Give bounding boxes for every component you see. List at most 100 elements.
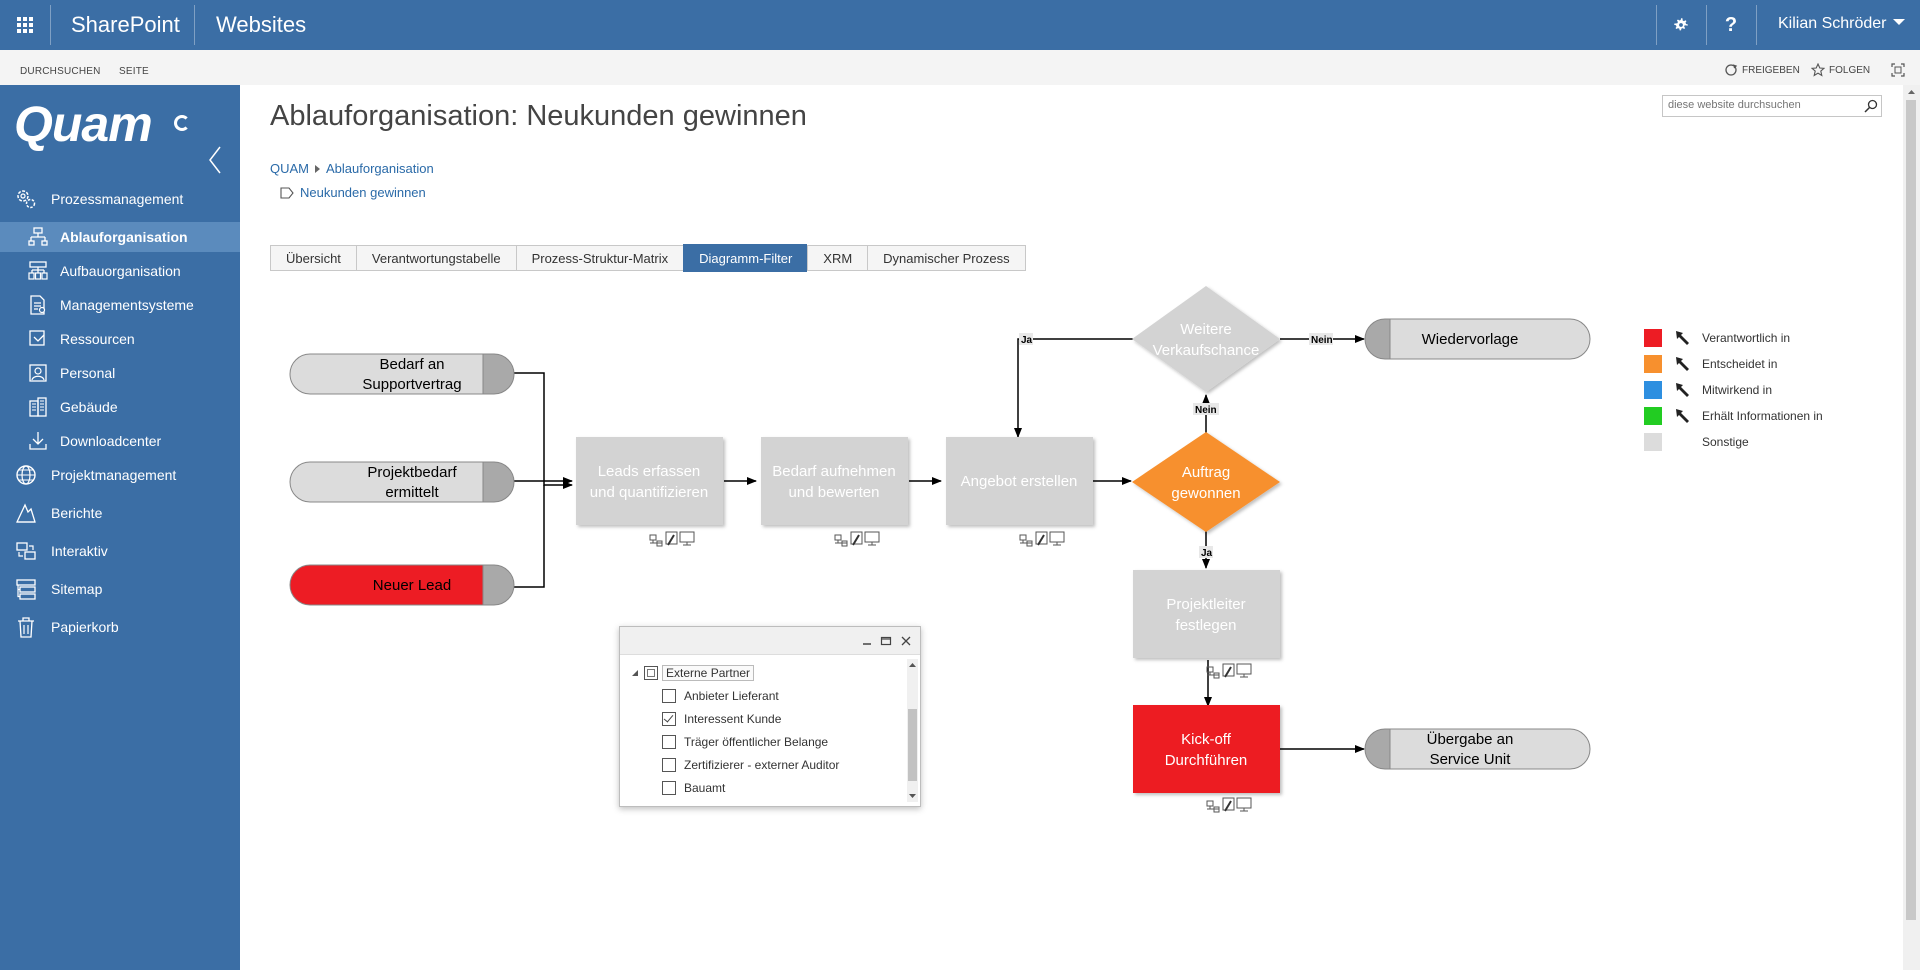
minimize-icon[interactable] — [860, 634, 874, 648]
sidebar-item-ablauforganisation[interactable]: Ablauforganisation — [0, 222, 240, 252]
fullscreen-icon — [1891, 63, 1905, 77]
role-icons[interactable] — [649, 531, 695, 547]
sidebar-item-interaktiv[interactable]: Interaktiv — [0, 535, 240, 567]
filter-scrollbar[interactable] — [907, 659, 918, 802]
chevron-down-icon[interactable] — [1893, 19, 1905, 25]
tab-diagramm-filter[interactable]: Diagramm-Filter — [683, 244, 808, 272]
scroll-up-icon[interactable] — [1907, 88, 1916, 96]
end-event-wiedervorlage[interactable]: Wiedervorlage — [1364, 318, 1591, 360]
ribbon-tab-browse[interactable]: DURCHSUCHEN — [20, 66, 101, 77]
process-step-angebot-erstellen[interactable]: Angebot erstellen — [946, 437, 1093, 547]
start-event-bedarf-supportvertrag[interactable]: Bedarf an Supportvertrag — [289, 353, 515, 395]
quam-logo[interactable]: Quam — [14, 95, 153, 153]
follow-button[interactable]: FOLGEN — [1811, 63, 1870, 77]
decision-weitere-verkaufschance[interactable]: Weitere Verkaufschance — [1132, 286, 1280, 392]
tab-uebersicht[interactable]: Übersicht — [270, 245, 356, 271]
process-step-projektleiter-festlegen[interactable]: Projektleiter festlegen — [1133, 570, 1280, 679]
start-event-projektbedarf[interactable]: Projektbedarf ermittelt — [289, 461, 515, 503]
node-label: Übergabe an — [1427, 730, 1514, 748]
node-label: Weitere — [1180, 321, 1231, 338]
end-event-uebergabe-service-unit[interactable]: Übergabe an Service Unit — [1364, 728, 1591, 770]
node-label: Durchführen — [1165, 752, 1248, 769]
filter-item-traeger-oeffentlicher-belange[interactable]: Träger öffentlicher Belange — [630, 730, 839, 753]
filter-checkbox[interactable] — [662, 734, 676, 749]
collapse-triangle-icon[interactable] — [630, 668, 640, 678]
legend-label: Mitwirkend in — [1702, 383, 1773, 397]
sidebar-item-papierkorb[interactable]: Papierkorb — [0, 611, 240, 643]
filter-item-interessent-kunde[interactable]: Interessent Kunde — [630, 707, 839, 730]
close-icon[interactable] — [899, 634, 913, 648]
page-scrollbar[interactable] — [1903, 85, 1920, 970]
sidebar-item-managementsysteme[interactable]: Managementsysteme — [0, 289, 240, 321]
filter-checkbox[interactable] — [662, 688, 676, 703]
node-label: Verkaufschance — [1153, 342, 1260, 359]
role-icons[interactable] — [1019, 531, 1065, 547]
sidebar-item-berichte[interactable]: Berichte — [0, 497, 240, 529]
sidebar-item-sitemap[interactable]: Sitemap — [0, 573, 240, 605]
scroll-down-icon[interactable] — [908, 792, 917, 800]
settings-button[interactable] — [1656, 0, 1706, 50]
sidebar-item-label: Interaktiv — [51, 543, 108, 559]
sharepoint-brand-link[interactable]: SharePoint — [71, 12, 180, 38]
sidebar-item-ressourcen[interactable]: Ressourcen — [0, 323, 240, 355]
diagram-legend: Verantwortlich in Entscheidet in Mitwirk… — [1644, 325, 1823, 455]
user-menu[interactable]: Kilian Schröder — [1778, 15, 1887, 33]
sites-link[interactable]: Websites — [216, 12, 306, 38]
sidebar-item-aufbauorganisation[interactable]: Aufbauorganisation — [0, 255, 240, 287]
filter-checkbox[interactable] — [662, 711, 676, 726]
label-ja: Ja — [1201, 548, 1213, 559]
search-icon[interactable] — [1863, 98, 1879, 114]
filter-item-label: Interessent Kunde — [684, 711, 782, 726]
legend-item-mitwirkend[interactable]: Mitwirkend in — [1644, 377, 1823, 403]
process-step-kick-off[interactable]: Kick-off Durchführen — [1133, 705, 1280, 813]
role-icons[interactable] — [834, 531, 880, 547]
sidebar-item-gebaeude[interactable]: Gebäude — [0, 391, 240, 423]
node-label: und bewerten — [789, 484, 880, 501]
group-label[interactable]: Externe Partner — [662, 664, 755, 681]
filter-scrollbar-thumb[interactable] — [908, 709, 917, 781]
page-scrollbar-thumb[interactable] — [1906, 100, 1916, 920]
legend-item-verantwortlich[interactable]: Verantwortlich in — [1644, 325, 1823, 351]
node-label: Bedarf aufnehmen — [772, 463, 895, 480]
sidebar-item-prozessmanagement[interactable]: Prozessmanagement — [0, 183, 240, 215]
decision-auftrag-gewonnen[interactable]: Auftrag gewonnen — [1132, 432, 1280, 532]
tab-prozess-struktur-matrix[interactable]: Prozess-Struktur-Matrix — [515, 245, 684, 271]
focus-mode-button[interactable] — [1891, 63, 1905, 77]
tab-verantwortungstabelle[interactable]: Verantwortungstabelle — [355, 245, 516, 271]
sidebar-item-downloadcenter[interactable]: Downloadcenter — [0, 425, 240, 457]
filter-checkbox[interactable] — [662, 780, 676, 795]
sidebar-item-personal[interactable]: Personal — [0, 357, 240, 389]
filter-checkbox[interactable] — [662, 757, 676, 772]
group-checkbox[interactable] — [644, 665, 658, 680]
breadcrumb-link-ablauforganisation[interactable]: Ablauforganisation — [326, 161, 434, 176]
filter-item-bauamt[interactable]: Bauamt — [630, 776, 839, 799]
breadcrumb-link-quam[interactable]: QUAM — [270, 161, 309, 176]
filter-item-anbieter-lieferant[interactable]: Anbieter Lieferant — [630, 684, 839, 707]
help-button[interactable]: ? — [1706, 0, 1756, 50]
ribbon-tab-page[interactable]: SEITE — [119, 66, 149, 77]
sub-breadcrumb-link[interactable]: Neukunden gewinnen — [300, 185, 426, 200]
process-step-leads-erfassen[interactable]: Leads erfassen und quantifizieren — [576, 437, 723, 547]
filter-item-label: Bauamt — [684, 780, 726, 795]
tab-xrm[interactable]: XRM — [807, 245, 868, 271]
maximize-icon[interactable] — [879, 634, 893, 648]
node-label: Bedarf an — [379, 356, 444, 373]
filter-window-titlebar[interactable] — [620, 627, 920, 655]
start-event-neuer-lead[interactable]: Neuer Lead — [289, 564, 515, 606]
role-icons[interactable] — [1206, 797, 1252, 813]
legend-item-entscheidet[interactable]: Entscheidet in — [1644, 351, 1823, 377]
tab-dynamischer-prozess[interactable]: Dynamischer Prozess — [867, 245, 1026, 271]
node-label: Projektbedarf — [367, 464, 457, 481]
collapse-sidebar-button[interactable] — [206, 145, 226, 175]
legend-item-sonstige[interactable]: Sonstige — [1644, 429, 1823, 455]
filter-item-zertifizierer[interactable]: Zertifizierer - externer Auditor — [630, 753, 839, 776]
app-launcher-button[interactable] — [0, 0, 50, 50]
search-input[interactable] — [1668, 99, 1858, 111]
scroll-up-icon[interactable] — [908, 661, 917, 669]
sidebar-item-projektmanagement[interactable]: Projektmanagement — [0, 459, 240, 491]
share-button[interactable]: FREIGEBEN — [1724, 63, 1800, 77]
legend-item-erhaelt-informationen[interactable]: Erhält Informationen in — [1644, 403, 1823, 429]
process-step-bedarf-aufnehmen[interactable]: Bedarf aufnehmen und bewerten — [761, 437, 908, 547]
role-icons[interactable] — [1206, 663, 1252, 679]
sidebar-item-label: Personal — [60, 365, 116, 381]
